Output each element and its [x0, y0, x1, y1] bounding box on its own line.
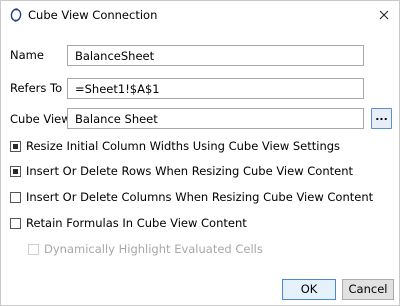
checkbox-highlight-evaluated-cells — [28, 244, 39, 255]
title-bar: Cube View Connection — [1, 1, 399, 30]
close-icon — [379, 10, 389, 20]
ok-button[interactable]: OK — [282, 279, 336, 300]
checkbox-insert-delete-columns[interactable] — [10, 192, 21, 203]
option-label: Dynamically Highlight Evaluated Cells — [44, 242, 263, 256]
refers-to-field[interactable]: =Sheet1!$A$1 — [67, 78, 364, 99]
cancel-button[interactable]: Cancel — [342, 279, 394, 300]
onestream-logo-icon — [10, 8, 22, 22]
browse-cube-view-button[interactable]: ... — [371, 108, 392, 129]
cube-view-field[interactable]: Balance Sheet — [67, 108, 364, 129]
option-label: Insert Or Delete Rows When Resizing Cube… — [26, 164, 353, 178]
close-button[interactable] — [373, 5, 395, 25]
checkbox-resize-column-widths[interactable] — [10, 141, 21, 152]
dialog-title: Cube View Connection — [28, 8, 158, 22]
cube-view-connection-dialog: Cube View Connection Name BalanceSheet R… — [0, 0, 400, 306]
name-label: Name — [10, 48, 44, 62]
cube-view-label: Cube View — [10, 112, 71, 126]
refers-to-label: Refers To — [10, 81, 63, 95]
checkbox-insert-delete-rows[interactable] — [10, 166, 21, 177]
option-label: Retain Formulas In Cube View Content — [26, 216, 247, 230]
name-field[interactable]: BalanceSheet — [67, 45, 364, 66]
option-label: Insert Or Delete Columns When Resizing C… — [26, 190, 374, 204]
checkbox-retain-formulas[interactable] — [10, 218, 21, 229]
option-label: Resize Initial Column Widths Using Cube … — [26, 139, 341, 153]
